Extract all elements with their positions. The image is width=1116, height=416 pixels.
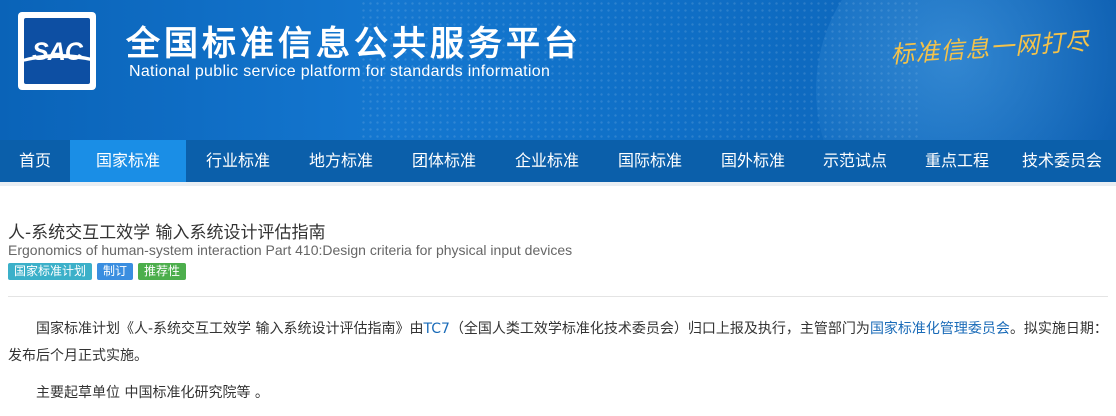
- tag-national-plan: 国家标准计划: [8, 263, 93, 280]
- logo-emblem: SAC: [24, 18, 90, 84]
- banner-globe-graphic: [816, 0, 1116, 140]
- nav-item-foreign-standards[interactable]: 国外标准: [702, 140, 804, 182]
- standard-title: 人-系统交互工效学 输入系统设计评估指南: [8, 223, 326, 243]
- description-middle: （全国人类工效学标准化技术委员会）归口上报及执行，主管部门为: [449, 321, 870, 337]
- site-title: 全国标准信息公共服务平台: [126, 24, 582, 64]
- content-divider: [8, 296, 1108, 297]
- description-prefix: 国家标准计划《人-系统交互工效学 输入系统设计评估指南》由: [36, 321, 424, 337]
- tc7-link[interactable]: TC7: [424, 321, 450, 337]
- nav-item-international-standards[interactable]: 国际标准: [598, 140, 702, 182]
- tag-formulate: 制订: [97, 263, 134, 280]
- nav-item-technical-committees[interactable]: 技术委员会: [1008, 140, 1116, 182]
- nav-divider: [0, 182, 1116, 186]
- nav-item-home[interactable]: 首页: [0, 140, 70, 182]
- tag-recommended: 推荐性: [138, 263, 187, 280]
- standard-title-english: Ergonomics of human-system interaction P…: [8, 242, 573, 258]
- site-subtitle: National public service platform for sta…: [129, 63, 551, 80]
- nav-item-enterprise-standards[interactable]: 企业标准: [496, 140, 598, 182]
- main-nav: 首页 国家标准 行业标准 地方标准 团体标准 企业标准 国际标准 国外标准 示范…: [0, 140, 1116, 182]
- sac-logo[interactable]: SAC: [18, 12, 96, 90]
- header-banner: SAC 全国标准信息公共服务平台 National public service…: [0, 0, 1116, 140]
- nav-item-local-standards[interactable]: 地方标准: [290, 140, 392, 182]
- nav-item-key-projects[interactable]: 重点工程: [906, 140, 1008, 182]
- nav-item-industry-standards[interactable]: 行业标准: [186, 140, 290, 182]
- drafting-units: 主要起草单位 中国标准化研究院等 。: [36, 385, 269, 401]
- standard-tags: 国家标准计划 制订 推荐性: [8, 263, 187, 280]
- department-link[interactable]: 国家标准化管理委员会: [870, 321, 1010, 337]
- logo-text: SAC: [32, 38, 83, 66]
- nav-item-demo-pilots[interactable]: 示范试点: [804, 140, 906, 182]
- nav-item-group-standards[interactable]: 团体标准: [392, 140, 496, 182]
- nav-item-national-standards[interactable]: 国家标准: [70, 140, 186, 182]
- standard-description: 国家标准计划《人-系统交互工效学 输入系统设计评估指南》由TC7（全国人类工效学…: [8, 316, 1108, 370]
